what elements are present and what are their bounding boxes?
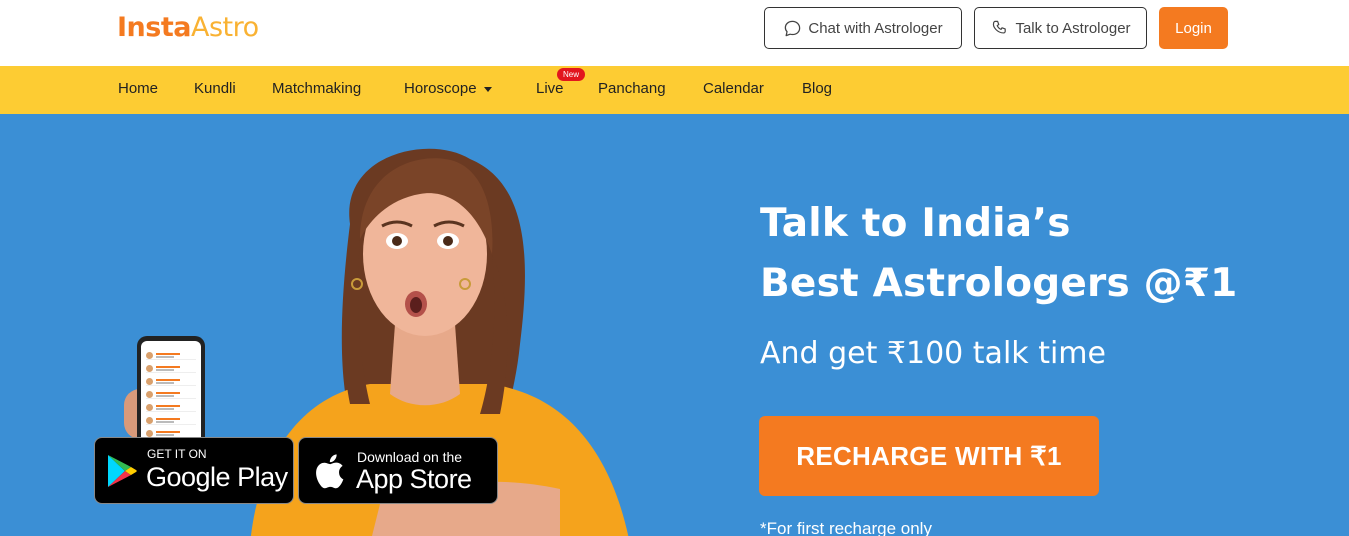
- talk-button-label: Talk to Astrologer: [1015, 19, 1131, 37]
- hero-banner: GET IT ON Google Play Download on the Ap…: [0, 114, 1349, 536]
- google-play-icon: [108, 455, 137, 487]
- hero-subtitle: And get ₹100 talk time: [760, 336, 1106, 371]
- phone-list-item: [146, 351, 196, 360]
- phone-list-item: [146, 377, 196, 386]
- login-button[interactable]: Login: [1159, 7, 1228, 49]
- nav-item-blog[interactable]: Blog: [802, 80, 832, 97]
- phone-list-item: [146, 364, 196, 373]
- nav-item-home[interactable]: Home: [118, 80, 158, 97]
- hero-title: Talk to India’s Best Astrologers @₹1: [760, 194, 1238, 314]
- app-store-small-text: Download on the: [357, 449, 463, 465]
- logo-astro-text: Astro: [190, 12, 259, 43]
- google-play-badge[interactable]: GET IT ON Google Play: [94, 437, 294, 504]
- chat-bubble-icon: [785, 20, 801, 36]
- nav-item-kundli[interactable]: Kundli: [194, 80, 236, 97]
- nav-item-horoscope-label: Horoscope: [404, 80, 477, 97]
- nav-item-live[interactable]: Live: [536, 80, 564, 97]
- google-play-small-text: GET IT ON: [147, 447, 207, 461]
- site-header: InstaAstro Chat with Astrologer Talk to …: [0, 0, 1349, 66]
- talk-to-astrologer-button[interactable]: Talk to Astrologer: [974, 7, 1147, 49]
- nav-item-panchang[interactable]: Panchang: [598, 80, 666, 97]
- phone-list-item: [146, 390, 196, 399]
- nav-item-calendar[interactable]: Calendar: [703, 80, 764, 97]
- recharge-footnote: *For first recharge only: [760, 519, 932, 536]
- hero-title-line2: Best Astrologers @₹1: [760, 261, 1238, 306]
- app-store-badge[interactable]: Download on the App Store: [298, 437, 498, 504]
- phone-icon: [993, 20, 1007, 34]
- phone-list-item: [146, 403, 196, 412]
- logo-insta-text: Insta: [117, 12, 191, 43]
- google-play-big-text: Google Play: [146, 462, 288, 492]
- phone-list-item: [146, 416, 196, 425]
- nav-item-horoscope[interactable]: Horoscope: [404, 80, 492, 97]
- chat-button-label: Chat with Astrologer: [808, 19, 943, 37]
- chat-with-astrologer-button[interactable]: Chat with Astrologer: [764, 7, 962, 49]
- hero-title-line1: Talk to India’s: [760, 201, 1071, 246]
- instaastro-logo[interactable]: InstaAstro: [117, 12, 259, 43]
- recharge-button[interactable]: RECHARGE WITH ₹1: [759, 416, 1099, 496]
- apple-icon: [316, 454, 344, 489]
- nav-item-matchmaking[interactable]: Matchmaking: [272, 80, 361, 97]
- main-navigation: Home Kundli Matchmaking Horoscope New Li…: [0, 66, 1349, 114]
- chevron-down-icon: [483, 86, 492, 92]
- app-store-big-text: App Store: [356, 464, 472, 494]
